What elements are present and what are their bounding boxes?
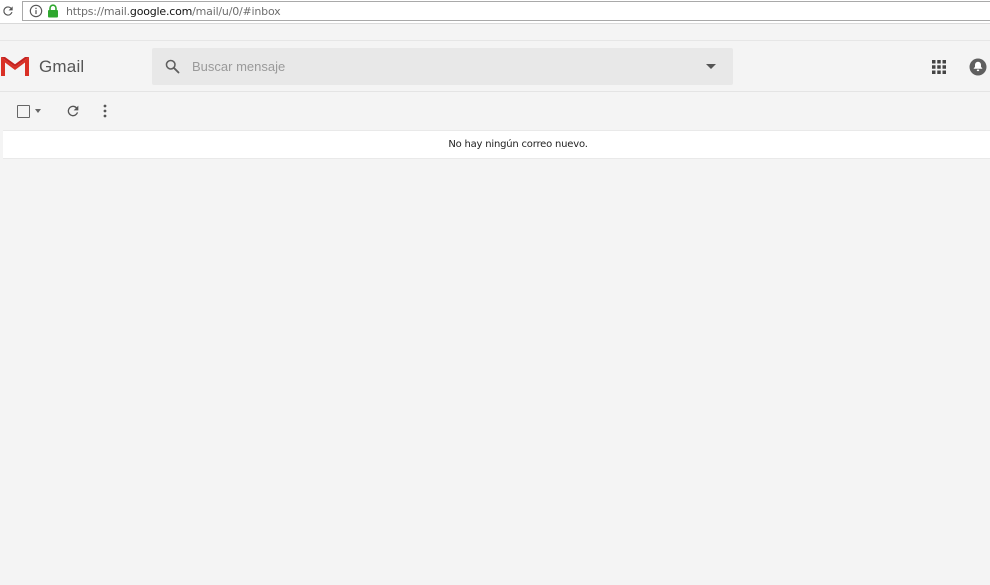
url-host: google.com (129, 5, 193, 18)
url-text: https://mail.google.com/mail/u/0/#inbox (66, 5, 281, 18)
url-path: /mail/u/0/#inbox (192, 5, 281, 18)
select-all-checkbox[interactable] (17, 104, 47, 118)
account-icon[interactable] (969, 58, 987, 76)
more-vert-icon[interactable] (99, 103, 111, 119)
url-prefix: https://mail. (66, 5, 130, 18)
browser-toolbar: https://mail.google.com/mail/u/0/#inbox (0, 0, 990, 24)
search-bar[interactable] (152, 48, 733, 85)
info-icon[interactable] (29, 4, 43, 18)
caret-down-icon[interactable] (35, 109, 41, 113)
gmail-header: Gmail (0, 40, 990, 92)
gmail-logo-icon[interactable] (0, 54, 30, 78)
app-name[interactable]: Gmail (39, 57, 84, 77)
search-icon[interactable] (164, 58, 181, 75)
apps-grid-icon[interactable] (931, 59, 947, 75)
message-list: No hay ningún correo nuevo. (3, 130, 990, 159)
refresh-icon[interactable] (65, 103, 81, 119)
search-input[interactable] (192, 48, 692, 85)
address-bar[interactable]: https://mail.google.com/mail/u/0/#inbox (22, 1, 990, 21)
empty-inbox-message: No hay ningún correo nuevo. (448, 139, 588, 150)
mail-toolbar (0, 93, 990, 129)
checkbox-icon[interactable] (17, 104, 30, 118)
reload-icon[interactable] (0, 3, 16, 19)
chevron-down-icon[interactable] (702, 58, 720, 76)
lock-icon[interactable] (47, 4, 59, 18)
